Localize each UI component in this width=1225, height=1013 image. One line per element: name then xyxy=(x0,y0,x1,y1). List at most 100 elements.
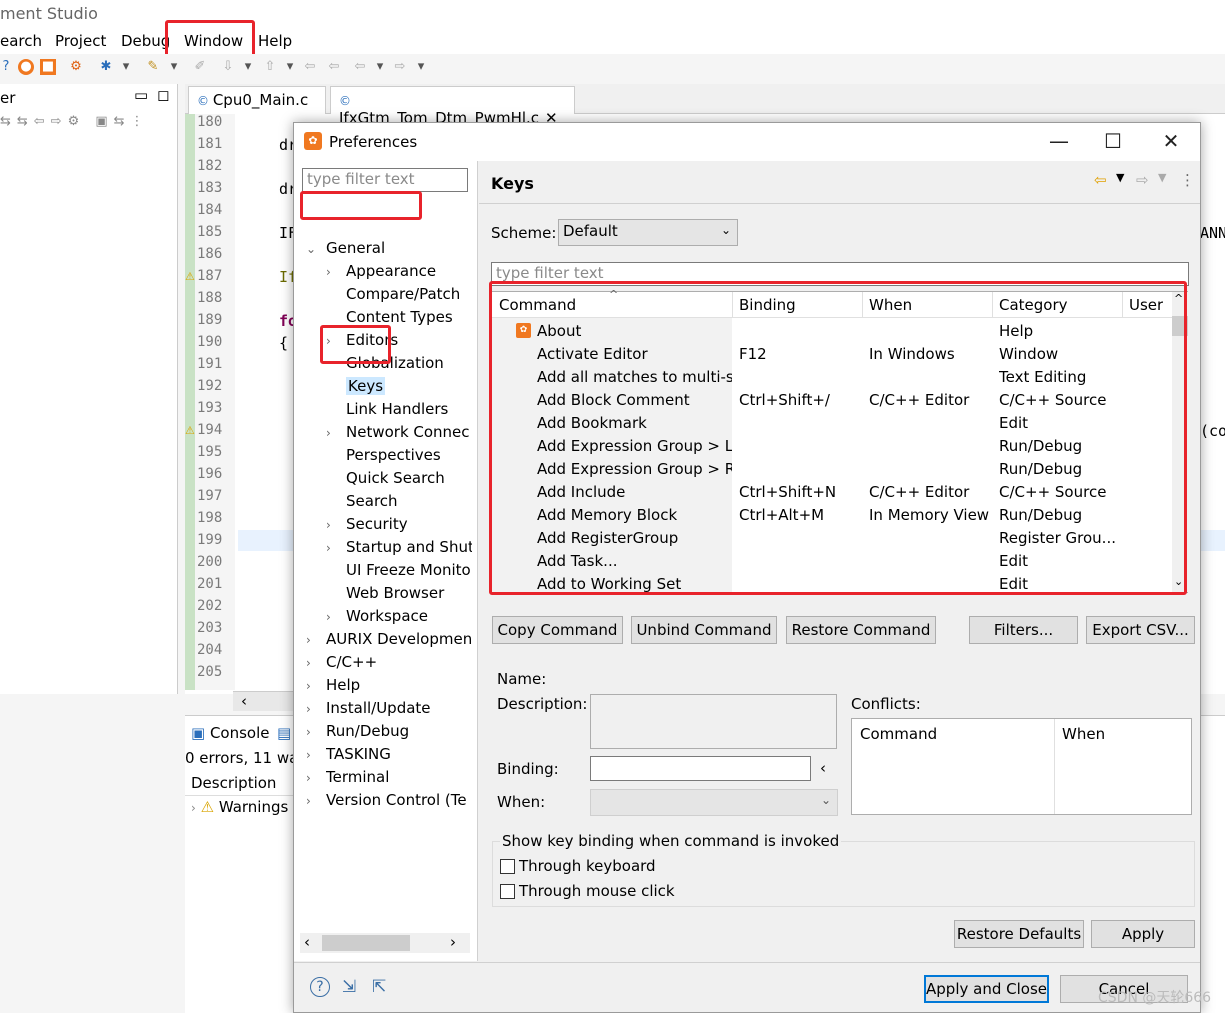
expand-chevron-icon[interactable]: › xyxy=(306,771,311,785)
tree-item-c-c-[interactable]: C/C++ xyxy=(326,653,472,671)
dropdown-arrow-icon[interactable]: ▾ xyxy=(240,59,256,75)
through-mouse-label[interactable]: Through mouse click xyxy=(519,882,675,900)
warnings-row[interactable]: › ⚠ Warnings xyxy=(191,798,288,816)
conflicts-col-when[interactable]: When xyxy=(1062,725,1105,743)
tree-item-web-browser[interactable]: Web Browser xyxy=(346,584,472,602)
last-edit-icon[interactable]: ⇦ xyxy=(302,59,318,75)
expand-chevron-icon[interactable]: › xyxy=(306,702,311,716)
minimize-icon[interactable]: ▭ xyxy=(134,86,148,104)
when-select[interactable]: ⌄ xyxy=(590,789,838,816)
view-toolbar-icons[interactable]: ⇆⇆⇦⇨⚙ ▣⇆⋮ xyxy=(0,114,150,129)
tree-h-scrollbar[interactable]: ‹ › xyxy=(300,933,470,953)
tree-item-link-handlers[interactable]: Link Handlers xyxy=(346,400,472,418)
export-icon[interactable]: ⇱ xyxy=(372,977,386,997)
tree-item-help[interactable]: Help xyxy=(326,676,472,694)
dropdown-arrow-icon[interactable]: ▾ xyxy=(166,59,182,75)
tree-filter-input[interactable]: type filter text xyxy=(302,168,468,192)
tree-item-compare-patch[interactable]: Compare/Patch xyxy=(346,285,472,303)
restore-command-button[interactable]: Restore Command xyxy=(786,616,936,644)
menu-search[interactable]: earch xyxy=(0,32,42,50)
tree-item-keys[interactable]: Keys xyxy=(346,377,386,395)
tree-item-content-types[interactable]: Content Types xyxy=(346,308,472,326)
tree-item-perspectives[interactable]: Perspectives xyxy=(346,446,472,464)
tab-cpu0-main[interactable]: © Cpu0_Main.c xyxy=(188,86,326,114)
tab-ifxgtm[interactable]: © IfxGtm_Tom_Dtm_PwmHl.c ✕ xyxy=(330,86,575,127)
filters-button[interactable]: Filters... xyxy=(969,616,1078,644)
tree-item-workspace[interactable]: Workspace xyxy=(346,607,472,625)
description-header[interactable]: Description xyxy=(185,772,295,796)
minimize-icon[interactable]: — xyxy=(1044,129,1074,153)
collapse-chevron-icon[interactable]: ⌄ xyxy=(306,242,316,256)
console-tab[interactable]: ▣ Console xyxy=(191,724,270,742)
menu-project[interactable]: Project xyxy=(55,32,106,50)
expand-chevron-icon[interactable]: › xyxy=(326,265,331,279)
copy-command-button[interactable]: Copy Command xyxy=(492,616,623,644)
unbind-command-button[interactable]: Unbind Command xyxy=(631,616,777,644)
tree-item-install-update[interactable]: Install/Update xyxy=(326,699,472,717)
expand-chevron-icon[interactable]: › xyxy=(191,801,196,815)
help-icon[interactable]: ? xyxy=(310,977,330,997)
back-dropdown-icon[interactable]: ▼ xyxy=(1116,171,1124,184)
forward-dropdown-icon[interactable]: ▼ xyxy=(1158,171,1166,184)
next-annotation-icon[interactable]: ⇩ xyxy=(220,59,236,75)
back-icon[interactable]: ⇦ xyxy=(326,59,342,75)
expand-chevron-icon[interactable]: › xyxy=(326,518,331,532)
binding-menu-icon[interactable]: ‹ xyxy=(820,759,826,777)
tree-item-search[interactable]: Search xyxy=(346,492,472,510)
tree-item-ui-freeze-monito[interactable]: UI Freeze Monito xyxy=(346,561,472,579)
expand-chevron-icon[interactable]: › xyxy=(306,794,311,808)
conflicts-col-command[interactable]: Command xyxy=(860,725,937,743)
tree-item-aurix-developmen[interactable]: AURIX Developmen xyxy=(326,630,472,648)
build-icon[interactable]: ● xyxy=(18,59,34,75)
maximize-icon[interactable]: ◻ xyxy=(157,86,169,104)
back-icon[interactable]: ⇦ xyxy=(352,59,368,75)
dropdown-arrow-icon[interactable]: ▾ xyxy=(413,59,429,75)
tree-item-network-connec[interactable]: Network Connec xyxy=(346,423,472,441)
expand-chevron-icon[interactable]: › xyxy=(306,748,311,762)
tree-item-version-control-te[interactable]: Version Control (Te xyxy=(326,791,472,809)
expand-chevron-icon[interactable]: › xyxy=(306,656,311,670)
forward-nav-icon[interactable]: ⇨ xyxy=(1136,171,1149,189)
tree-item-tasking[interactable]: TASKING xyxy=(326,745,472,763)
through-keyboard-label[interactable]: Through keyboard xyxy=(519,857,656,875)
through-mouse-checkbox[interactable] xyxy=(500,884,515,899)
expand-chevron-icon[interactable]: › xyxy=(326,426,331,440)
through-keyboard-checkbox[interactable] xyxy=(500,859,515,874)
expand-chevron-icon[interactable]: › xyxy=(326,610,331,624)
dropdown-arrow-icon[interactable]: ▾ xyxy=(118,59,134,75)
scroll-thumb[interactable] xyxy=(322,935,410,951)
tree-item-general[interactable]: General xyxy=(326,239,472,257)
apply-button[interactable]: Apply xyxy=(1091,920,1195,948)
prev-annotation-icon[interactable]: ⇧ xyxy=(262,59,278,75)
tree-item-startup-and-shut[interactable]: Startup and Shut xyxy=(346,538,472,556)
tree-item-run-debug[interactable]: Run/Debug xyxy=(326,722,472,740)
close-icon[interactable]: ✕ xyxy=(1156,129,1186,153)
problems-icon[interactable]: ▤ xyxy=(277,724,291,742)
menu-help[interactable]: Help xyxy=(258,32,292,50)
expand-chevron-icon[interactable]: › xyxy=(306,679,311,693)
scheme-select[interactable]: Default ⌄ xyxy=(558,219,738,246)
run-icon[interactable]: ✎ xyxy=(145,59,161,75)
expand-chevron-icon[interactable]: › xyxy=(306,633,311,647)
expand-chevron-icon[interactable]: › xyxy=(306,725,311,739)
plugin-icon[interactable]: ⚙ xyxy=(68,59,84,75)
debug-icon[interactable]: ✱ xyxy=(98,59,114,75)
view-menu-icon[interactable]: ⋮ xyxy=(1180,171,1195,189)
help-icon[interactable]: ? xyxy=(0,59,14,75)
tree-item-appearance[interactable]: Appearance xyxy=(346,262,472,280)
maximize-icon[interactable]: ☐ xyxy=(1098,129,1128,153)
tree-item-terminal[interactable]: Terminal xyxy=(326,768,472,786)
dropdown-arrow-icon[interactable]: ▾ xyxy=(372,59,388,75)
forward-icon[interactable]: ⇨ xyxy=(392,59,408,75)
menu-debug[interactable]: Debug xyxy=(121,32,170,50)
tree-item-security[interactable]: Security xyxy=(346,515,472,533)
tree-item-quick-search[interactable]: Quick Search xyxy=(346,469,472,487)
back-nav-icon[interactable]: ⇦ xyxy=(1094,171,1107,189)
scroll-left-icon[interactable]: ‹ xyxy=(304,933,310,951)
editor-h-scrollbar[interactable]: ‹ xyxy=(233,691,295,711)
tasking-icon[interactable]: ■ xyxy=(40,59,56,75)
pen-icon[interactable]: ✐ xyxy=(192,59,208,75)
scroll-right-icon[interactable]: › xyxy=(450,933,456,951)
import-icon[interactable]: ⇲ xyxy=(342,977,356,997)
expand-chevron-icon[interactable]: › xyxy=(326,541,331,555)
